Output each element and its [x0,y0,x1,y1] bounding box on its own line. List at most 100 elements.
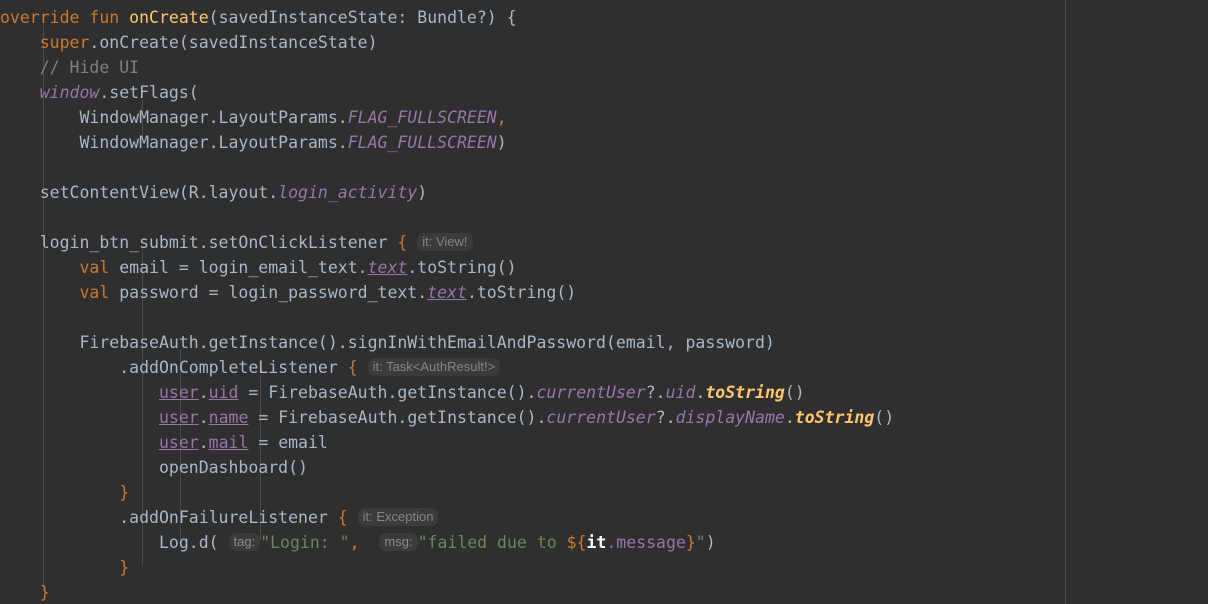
super-call: .onCreate(savedInstanceState) [89,33,378,52]
property-text: text [367,258,408,277]
keyword-override: override [0,8,80,27]
close-paren: ) [417,183,428,202]
keyword-val: val [79,258,110,277]
close-brace: } [119,483,130,502]
code-editor[interactable]: override fun onCreate(savedInstanceState… [0,0,1208,604]
string-login-tag: "Login: " [260,533,350,552]
comment-hide-ui: // Hide UI [39,58,140,77]
code-line[interactable]: user.uid = FirebaseAuth.getInstance().cu… [0,380,1208,405]
string-message-start: "failed due to [417,533,567,552]
property-currentuser: currentUser [536,383,646,402]
inlay-hint-it-task[interactable]: it: Task<AuthResult!> [367,358,501,376]
assignment: = email [248,433,328,452]
code-line[interactable]: WindowManager.LayoutParams.FLAG_FULLSCRE… [0,105,1208,130]
constant-flag-fullscreen: FLAG_FULLSCREEN [347,108,497,127]
opendashboard-call: openDashboard() [158,458,308,477]
lambda-param-it: it [586,533,607,552]
code-line[interactable]: window.setFlags( [0,80,1208,105]
code-line[interactable]: FirebaseAuth.getInstance().signInWithEma… [0,330,1208,355]
dot: . [198,433,209,452]
function-tostring: toString [705,383,785,402]
close-paren: ) [496,133,507,152]
keyword-super: super [39,33,90,52]
code-line[interactable]: .addOnFailureListener { it: Exception [0,505,1208,530]
close-brace: } [119,558,130,577]
code-line[interactable]: } [0,480,1208,505]
code-line[interactable]: user.mail = email [0,430,1208,455]
code-line-blank[interactable] [0,305,1208,330]
comma: , [349,533,360,552]
code-line[interactable]: setContentView(R.layout.login_activity) [0,180,1208,205]
open-brace: { [347,358,358,377]
dot: . [198,383,209,402]
code-content[interactable]: override fun onCreate(savedInstanceState… [0,0,1208,604]
code-line[interactable]: // Hide UI [0,55,1208,80]
code-line[interactable]: user.name = FirebaseAuth.getInstance().c… [0,405,1208,430]
string-message-end: " [695,533,706,552]
assignment: password = login_password_text. [109,283,428,302]
code-line[interactable]: } [0,555,1208,580]
safe-call: ?. [655,408,676,427]
tostring-call: .toString() [407,258,517,277]
object-user: user [158,408,199,427]
log-d-call: Log.d( [158,533,219,552]
code-line-blank[interactable] [0,155,1208,180]
constant-flag-fullscreen: FLAG_FULLSCREEN [347,133,497,152]
keyword-fun: fun [89,8,120,27]
inlay-hint-it-view[interactable]: it: View! [417,233,473,251]
code-line[interactable]: val email = login_email_text.text.toStri… [0,255,1208,280]
keyword-val: val [79,283,110,302]
code-line[interactable]: .addOnCompleteListener { it: Task<AuthRe… [0,355,1208,380]
addoncompletelistener-call: .addOnCompleteListener [119,358,348,377]
open-brace: { [397,233,408,252]
resource-login-activity: login_activity [278,183,418,202]
code-line[interactable]: override fun onCreate(savedInstanceState… [0,5,1208,30]
property-uid: uid [665,383,696,402]
property-window: window [39,83,100,102]
code-line[interactable]: Log.d( tag: "Login: ", msg: "failed due to… [0,530,1208,555]
code-line[interactable]: openDashboard() [0,455,1208,480]
code-line[interactable]: super.onCreate(savedInstanceState) [0,30,1208,55]
comma: , [496,108,507,127]
safe-call: ?. [645,383,666,402]
close-brace: } [39,583,50,602]
addonfailurelistener-call: .addOnFailureListener [119,508,338,527]
function-tostring: toString [794,408,875,427]
code-line[interactable]: } [0,580,1208,604]
inlay-hint-tag[interactable]: tag: [228,533,261,551]
code-line[interactable]: login_btn_submit.setOnClickListener { it… [0,230,1208,255]
close-paren: ) [705,533,716,552]
qualifier: WindowManager.LayoutParams. [79,133,348,152]
inlay-hint-msg[interactable]: msg: [379,533,418,551]
code-line[interactable]: WindowManager.LayoutParams.FLAG_FULLSCRE… [0,130,1208,155]
code-line-blank[interactable] [0,205,1208,230]
property-displayname: displayName [675,408,785,427]
dot: . [784,408,795,427]
signature-rest: (savedInstanceState: Bundle?) { [208,8,517,27]
function-name-oncreate: onCreate [129,8,209,27]
dot: . [695,383,706,402]
assignment: = FirebaseAuth.getInstance(). [238,383,537,402]
inlay-hint-it-exception[interactable]: it: Exception [357,508,439,526]
code-line[interactable]: val password = login_password_text.text.… [0,280,1208,305]
